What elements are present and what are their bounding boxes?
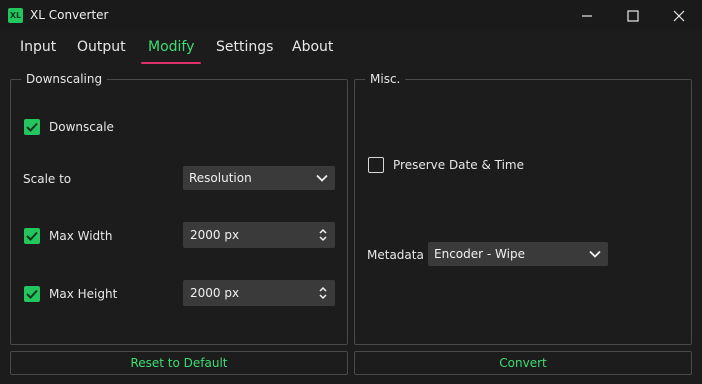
- window-title: XL Converter: [30, 8, 109, 22]
- convert-button[interactable]: Convert: [354, 351, 692, 375]
- scale-to-label: Scale to: [23, 172, 72, 186]
- close-button[interactable]: [656, 0, 702, 31]
- max-width-checkbox[interactable]: [24, 228, 40, 244]
- close-icon: [673, 10, 685, 21]
- scale-to-value: Resolution: [189, 171, 252, 185]
- max-height-spinbox[interactable]: 2000 px: [183, 280, 335, 306]
- metadata-dropdown[interactable]: Encoder - Wipe: [428, 242, 608, 266]
- tab-label: Modify: [148, 39, 195, 55]
- reset-to-default-button[interactable]: Reset to Default: [10, 351, 348, 375]
- metadata-label: Metadata: [367, 248, 424, 262]
- tab-label: Output: [77, 39, 126, 55]
- minimize-icon: [582, 14, 592, 17]
- xl-logo-icon: XL: [8, 8, 23, 23]
- max-width-value: 2000 px: [190, 228, 240, 242]
- check-icon: [26, 289, 38, 299]
- check-icon: [26, 122, 38, 132]
- preserve-date-time-checkbox[interactable]: [368, 157, 384, 173]
- tab-output[interactable]: Output: [77, 36, 126, 64]
- spin-arrows-icon[interactable]: [319, 285, 327, 301]
- active-tab-indicator: [141, 62, 202, 64]
- chevron-down-icon: [589, 250, 601, 258]
- maximize-button[interactable]: [610, 0, 656, 31]
- downscale-checkbox[interactable]: [24, 119, 40, 135]
- downscale-label: Downscale: [49, 120, 114, 134]
- title-bar: XL XL Converter: [0, 0, 702, 31]
- max-width-label: Max Width: [49, 229, 113, 243]
- tab-input[interactable]: Input: [20, 36, 56, 64]
- metadata-value: Encoder - Wipe: [434, 247, 525, 261]
- group-title: Downscaling: [21, 72, 108, 86]
- group-title: Misc.: [365, 72, 406, 86]
- spin-arrows-icon[interactable]: [319, 227, 327, 243]
- maximize-icon: [627, 9, 639, 22]
- check-icon: [26, 231, 38, 241]
- chevron-down-icon: [316, 174, 328, 182]
- tab-modify[interactable]: Modify: [141, 36, 202, 64]
- max-height-value: 2000 px: [190, 286, 240, 300]
- minimize-button[interactable]: [564, 0, 610, 31]
- preserve-date-time-label: Preserve Date & Time: [393, 158, 524, 172]
- tab-settings[interactable]: Settings: [216, 36, 273, 64]
- downscaling-group: Downscaling Downscale Scale to Resolutio…: [10, 72, 348, 345]
- tab-label: Settings: [216, 39, 274, 55]
- tab-label: Input: [20, 39, 57, 55]
- max-height-label: Max Height: [49, 287, 118, 301]
- max-width-spinbox[interactable]: 2000 px: [183, 222, 335, 248]
- scale-to-dropdown[interactable]: Resolution: [183, 166, 335, 190]
- tab-about[interactable]: About: [292, 36, 333, 64]
- misc-group: Misc. Preserve Date & Time Metadata Enco…: [354, 72, 692, 345]
- max-height-checkbox[interactable]: [24, 286, 40, 302]
- tab-label: About: [292, 39, 334, 55]
